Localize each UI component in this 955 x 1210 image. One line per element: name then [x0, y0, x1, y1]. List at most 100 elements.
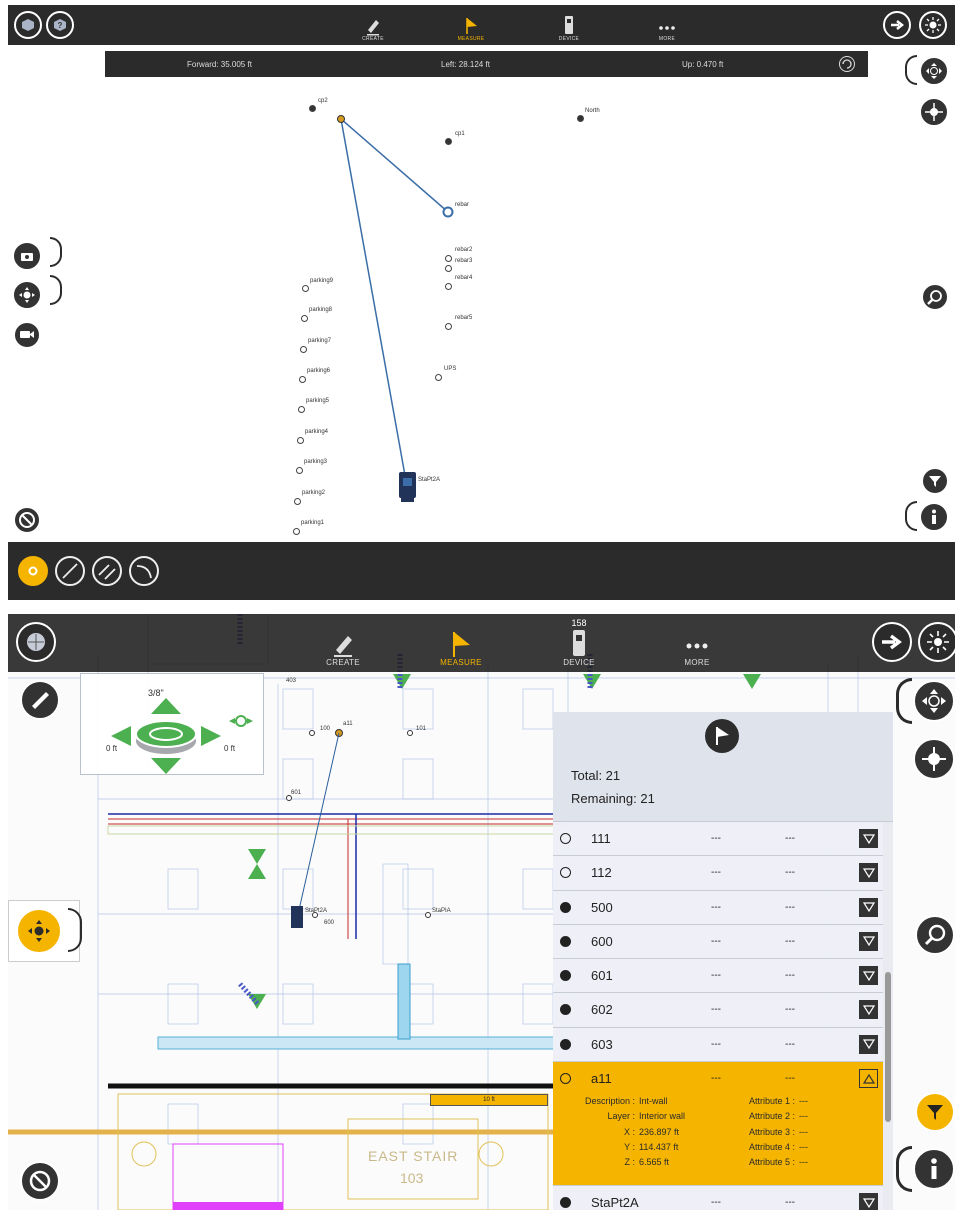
- point-value-1: ---: [711, 901, 721, 913]
- point-rebar3-icon[interactable]: [445, 265, 452, 272]
- plan-station-instrument[interactable]: [291, 906, 303, 928]
- collapse-toggle[interactable]: [859, 1069, 878, 1089]
- point-parking5-label: parking5: [306, 398, 330, 404]
- panel-handle[interactable]: [896, 678, 912, 724]
- offset-line-mode-button[interactable]: [92, 556, 122, 586]
- expand-toggle[interactable]: [859, 829, 878, 848]
- plan-point-100-marker[interactable]: [309, 730, 315, 736]
- points-list: 111 --- --- 112 --- --- 500 --- --- 600 …: [553, 822, 883, 1210]
- point-parking4-label: parking4: [305, 429, 329, 435]
- point-rebar2-icon[interactable]: [445, 255, 452, 262]
- list-item[interactable]: StaPt2A --- ---: [553, 1186, 883, 1210]
- point-parking9-icon[interactable]: [302, 285, 309, 292]
- point-north-icon[interactable]: [577, 115, 584, 122]
- point-name: 500: [591, 899, 613, 915]
- cancel-button[interactable]: [20, 1161, 60, 1201]
- point-ups-icon[interactable]: [435, 374, 442, 381]
- attribute-key: Attribute 3 :: [748, 1126, 795, 1137]
- expand-toggle[interactable]: [859, 966, 878, 986]
- navigation-icon: [560, 970, 571, 982]
- plan-label-601: 601: [291, 790, 302, 796]
- point-rebar-marker[interactable]: [442, 206, 454, 218]
- plan-point-stapia-marker[interactable]: [425, 912, 431, 918]
- scrollbar-thumb[interactable]: [885, 972, 891, 1122]
- forward-button[interactable]: [872, 622, 912, 662]
- point-parking3-icon[interactable]: [296, 467, 303, 474]
- plan-label-100: 100: [320, 726, 331, 732]
- tab-more[interactable]: MORE: [663, 614, 731, 672]
- list-item[interactable]: 112 --- ---: [553, 856, 883, 891]
- expand-toggle[interactable]: [859, 1193, 878, 1210]
- list-item[interactable]: 600 --- ---: [553, 925, 883, 960]
- attribute-key: Attribute 4 :: [748, 1141, 795, 1152]
- point-parking7-icon[interactable]: [300, 346, 307, 353]
- list-scrollbar[interactable]: [883, 822, 893, 1210]
- list-item[interactable]: 602 --- ---: [553, 993, 883, 1028]
- list-item[interactable]: 111 --- ---: [553, 822, 883, 857]
- arc-mode-button[interactable]: [129, 556, 159, 586]
- point-parking1-icon[interactable]: [293, 528, 300, 535]
- triangle-down-icon: [862, 1005, 875, 1015]
- list-item-selected[interactable]: a11 --- --- Description : Int-wall Layer …: [553, 1062, 883, 1187]
- plan-label-east-stair: EAST STAIR: [368, 1148, 459, 1164]
- plan-label-403: 403: [286, 678, 297, 684]
- attribute-key: Attribute 1 :: [748, 1096, 795, 1107]
- expand-toggle[interactable]: [859, 1034, 878, 1054]
- plan-point-101-marker[interactable]: [407, 730, 413, 736]
- point-parking5-icon[interactable]: [298, 406, 305, 413]
- attribute-key: Attribute 2 :: [748, 1111, 795, 1122]
- filter-button[interactable]: [915, 1092, 955, 1132]
- point-cp1-icon[interactable]: [445, 138, 452, 145]
- point-rebar4-icon[interactable]: [445, 283, 452, 290]
- joystick-button[interactable]: [18, 910, 60, 952]
- point-value-1: ---: [711, 970, 721, 982]
- station-instrument-icon[interactable]: [398, 470, 418, 504]
- line-mode-button[interactable]: [55, 556, 85, 586]
- point-parking6-icon[interactable]: [299, 376, 306, 383]
- point-cp2-marker[interactable]: [337, 115, 345, 123]
- point-name: a11: [591, 1071, 612, 1087]
- plan-label-stapt2a: StaPt2A: [305, 908, 328, 914]
- plan-point-601-marker[interactable]: [286, 795, 292, 801]
- info-button[interactable]: [913, 1148, 955, 1190]
- totals-block: Total: 21 Remaining: 21: [571, 764, 655, 810]
- expand-toggle[interactable]: [859, 1000, 878, 1020]
- detail-value: 236.897 ft: [639, 1126, 680, 1137]
- point-name: 112: [591, 865, 612, 881]
- attribute-value: ---: [799, 1141, 808, 1152]
- measure-tape-button[interactable]: [20, 680, 60, 720]
- open-circle-icon: [560, 833, 571, 844]
- point-rebar5-label: rebar5: [455, 315, 473, 321]
- list-item[interactable]: 601 --- ---: [553, 959, 883, 994]
- attribute-value: ---: [799, 1096, 808, 1107]
- attribute-value: ---: [799, 1157, 808, 1168]
- zoom-extents-button[interactable]: [915, 915, 955, 955]
- measure-flag-button[interactable]: [705, 719, 739, 753]
- expand-toggle[interactable]: [859, 863, 878, 883]
- laser-button[interactable]: [918, 622, 955, 662]
- tab-measure[interactable]: MEASURE: [427, 614, 495, 672]
- pan-button[interactable]: [913, 680, 955, 722]
- point-parking2-icon[interactable]: [294, 498, 301, 505]
- open-circle-icon: [560, 1073, 571, 1085]
- point-mode-button[interactable]: [18, 556, 48, 586]
- tab-device[interactable]: 158 DEVICE: [545, 614, 613, 672]
- detail-key: X :: [623, 1126, 635, 1137]
- measure-line-rebar: [340, 118, 449, 213]
- list-item[interactable]: 603 --- ---: [553, 1028, 883, 1063]
- open-circle-icon: [560, 867, 571, 879]
- info-panel-handle[interactable]: [896, 1146, 912, 1192]
- point-cp2-icon[interactable]: [309, 105, 316, 112]
- attribute-value: ---: [799, 1126, 808, 1137]
- detail-value: 114.437 ft: [639, 1141, 679, 1152]
- list-item[interactable]: 500 --- ---: [553, 891, 883, 925]
- expand-toggle[interactable]: [859, 931, 878, 951]
- point-parking8-icon[interactable]: [301, 315, 308, 322]
- point-parking4-icon[interactable]: [297, 437, 304, 444]
- stakeout-points-panel: Total: 21 Remaining: 21 111 --- --- 112 …: [553, 712, 893, 1210]
- tab-create[interactable]: CREATE: [309, 614, 377, 672]
- point-rebar5-icon[interactable]: [445, 323, 452, 330]
- expand-toggle[interactable]: [859, 897, 878, 917]
- crosshair-button[interactable]: [913, 738, 955, 780]
